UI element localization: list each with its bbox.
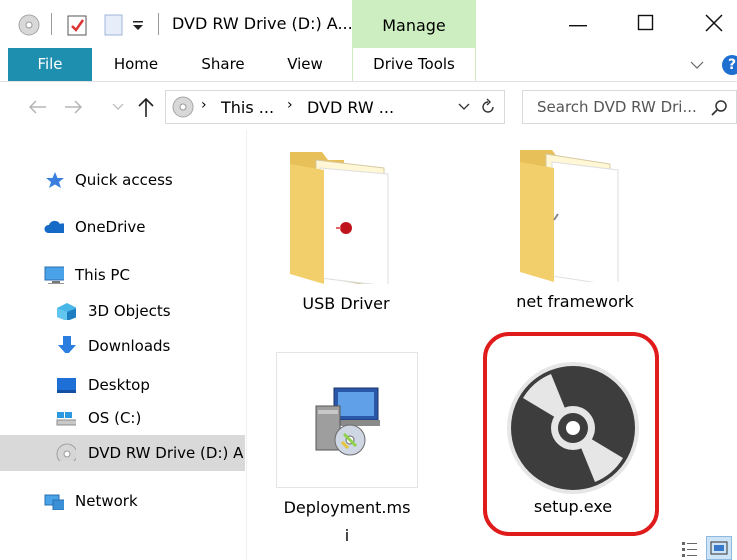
maximize-icon[interactable]: [637, 14, 655, 32]
download-arrow-icon: [58, 336, 76, 353]
file-deployment-msi[interactable]: Deployment.ms i: [272, 352, 422, 552]
nav-label: This PC: [75, 266, 130, 284]
file-name: net framework: [516, 292, 634, 311]
installer-icon: [315, 387, 380, 456]
large-icons-view-button[interactable]: [706, 536, 732, 560]
cloud-icon: [44, 220, 64, 233]
nav-label: Network: [75, 492, 138, 510]
address-bar[interactable]: › This ... › DVD RW ...: [165, 90, 505, 124]
ribbon-tabs: File Home Share View Drive Tools ?: [0, 48, 737, 82]
up-arrow-icon[interactable]: [137, 96, 155, 118]
help-icon[interactable]: ?: [722, 55, 737, 75]
nav-item-desktop[interactable]: Desktop: [0, 368, 245, 402]
nav-item-onedrive[interactable]: OneDrive: [0, 210, 245, 244]
drive-icon: [56, 412, 76, 426]
nav-label: 3D Objects: [88, 302, 171, 320]
network-icon: [44, 494, 64, 510]
nav-label: Downloads: [88, 337, 171, 355]
title-bar: DVD RW Drive (D:) A... Manage: [0, 0, 737, 48]
breadcrumb-this-pc[interactable]: This ...: [221, 98, 274, 117]
file-name-line2: i: [344, 526, 350, 545]
new-folder-icon[interactable]: [103, 13, 125, 37]
properties-icon[interactable]: [66, 13, 90, 37]
nav-label: DVD RW Drive (D:) A: [88, 444, 244, 462]
forward-arrow-icon[interactable]: [64, 99, 84, 115]
tab-file[interactable]: File: [8, 48, 92, 81]
selection-highlight-box: [483, 332, 659, 536]
tab-drive-tools[interactable]: Drive Tools: [352, 48, 476, 81]
search-icon[interactable]: [711, 99, 729, 117]
nav-item-dvd-rw-drive[interactable]: DVD RW Drive (D:) A: [0, 435, 245, 471]
navigation-pane: Quick access OneDrive This PC 3D Objects…: [0, 130, 247, 560]
divider: [51, 13, 52, 35]
file-usb-driver[interactable]: USB Driver: [276, 138, 416, 318]
close-icon[interactable]: [705, 14, 723, 32]
nav-label: Desktop: [88, 376, 150, 394]
breadcrumb-separator: ›: [287, 97, 293, 113]
nav-item-downloads[interactable]: Downloads: [0, 329, 245, 363]
folder-icon: [520, 150, 619, 282]
back-arrow-icon[interactable]: [27, 99, 47, 115]
nav-item-os-c[interactable]: OS (C:): [0, 401, 245, 435]
disc-icon: [56, 443, 76, 461]
star-icon: [46, 172, 64, 188]
divider: [158, 13, 159, 35]
file-name: USB Driver: [302, 294, 390, 313]
nav-label: OneDrive: [75, 218, 146, 236]
file-name-line1: Deployment.ms: [283, 498, 411, 517]
computer-icon: [44, 266, 64, 284]
tab-view[interactable]: View: [279, 48, 331, 81]
tab-home[interactable]: Home: [108, 48, 164, 81]
details-view-icon[interactable]: [681, 540, 699, 558]
desktop-icon: [57, 378, 76, 393]
nav-item-network[interactable]: Network: [0, 484, 245, 518]
disc-icon: [18, 14, 40, 36]
search-placeholder: Search DVD RW Dri...: [537, 98, 697, 116]
address-dropdown-icon[interactable]: [458, 103, 470, 111]
nav-item-quick-access[interactable]: Quick access: [0, 163, 245, 197]
file-net-framework[interactable]: net framework: [500, 138, 650, 318]
refresh-icon[interactable]: [479, 98, 497, 116]
breadcrumb-separator: ›: [201, 97, 207, 113]
expand-ribbon-icon[interactable]: [690, 60, 704, 70]
quick-access-dropdown-icon[interactable]: [131, 20, 145, 32]
nav-label: Quick access: [75, 171, 173, 189]
minimize-icon[interactable]: [569, 18, 587, 32]
nav-item-this-pc[interactable]: This PC: [0, 258, 245, 292]
recent-locations-icon[interactable]: [112, 103, 124, 111]
tab-share[interactable]: Share: [192, 48, 254, 81]
folder-icon: [290, 152, 389, 284]
search-box[interactable]: Search DVD RW Dri...: [522, 90, 737, 124]
cube-icon: [57, 303, 76, 320]
manage-context-tab: Manage: [352, 0, 476, 48]
nav-item-3d-objects[interactable]: 3D Objects: [0, 294, 245, 328]
window-title: DVD RW Drive (D:) A...: [172, 14, 353, 33]
breadcrumb-dvd-drive[interactable]: DVD RW ...: [307, 98, 394, 117]
navigation-bar: › This ... › DVD RW ... Search DVD RW Dr…: [0, 82, 737, 130]
nav-label: OS (C:): [88, 409, 142, 427]
manage-label: Manage: [382, 16, 446, 35]
disc-icon: [172, 96, 194, 118]
large-icons-view-icon: [710, 541, 728, 555]
